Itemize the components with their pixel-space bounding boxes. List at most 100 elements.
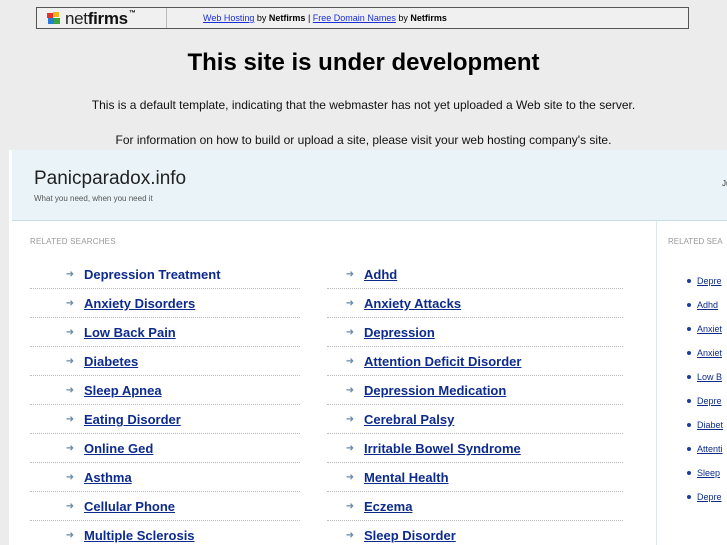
sidebar-search-link[interactable]: Anxiet [697,324,722,334]
by-text: by [398,13,408,23]
arrow-right-icon: ➜ [65,414,75,425]
list-item: ➜ Depression Treatment [30,261,300,289]
list-item: ➜ Depression Medication [327,377,623,405]
sidebar-search-link[interactable]: Sleep [697,468,720,478]
list-item: Sleep [687,461,723,485]
related-search-link[interactable]: Anxiety Disorders [84,296,195,311]
list-item: ➜ Multiple Sclerosis [30,522,300,545]
list-item: Anxiet [687,341,723,365]
netfirms-logo-icon [47,11,63,25]
list-item: ➜ Sleep Apnea [30,377,300,405]
related-search-link[interactable]: Cellular Phone [84,499,175,514]
free-domain-names-link[interactable]: Free Domain Names [313,13,396,23]
related-searches-sidebar: RELATED SEA Depre Adhd Anxiet Anxiet Low B De… [657,221,727,545]
related-search-link[interactable]: Depression Medication [364,383,506,398]
sidebar-search-link[interactable]: Depre [697,396,722,406]
arrow-right-icon: ➜ [65,501,75,512]
related-search-link[interactable]: Depression [364,325,435,340]
related-search-link[interactable]: Sleep Disorder [364,528,456,543]
related-searches-right-list: ➜ Adhd ➜ Anxiety Attacks ➜ Depression ➜ Attenti… [327,261,623,545]
bullet-icon [687,351,691,355]
site-tagline: What you need, when you need it [34,194,153,203]
sidebar-search-link[interactable]: Depre [697,276,722,286]
related-search-link[interactable]: Anxiety Attacks [364,296,461,311]
list-item: ➜ Depression [327,319,623,347]
arrow-right-icon: ➜ [65,269,75,280]
list-item: ➜ Sleep Disorder [327,522,623,545]
list-item: ➜ Online Ged [30,435,300,463]
arrow-right-icon: ➜ [345,356,355,367]
bullet-icon [687,303,691,307]
list-item: ➜ Mental Health [327,464,623,492]
arrow-right-icon: ➜ [65,356,75,367]
related-search-link[interactable]: Low Back Pain [84,325,176,340]
sidebar-search-link[interactable]: Depre [697,492,722,502]
by-text: by [256,13,267,23]
list-item: Depre [687,389,723,413]
bullet-icon [687,447,691,451]
sidebar-search-link[interactable]: Diabet [697,420,723,430]
netfirms-wordmark: netfirms™ [65,8,136,28]
related-search-link[interactable]: Asthma [84,470,132,485]
netfirms-logo[interactable]: netfirms™ [37,8,167,28]
bullet-icon [687,423,691,427]
list-item: ➜ Cellular Phone [30,493,300,521]
related-search-link[interactable]: Eating Disorder [84,412,181,427]
list-item: ➜ Eating Disorder [30,406,300,434]
web-hosting-link[interactable]: Web Hosting [203,13,254,23]
link-separator: | [307,13,311,23]
bullet-icon [687,495,691,499]
default-template-message: This is a default template, indicating t… [91,98,636,112]
sidebar-search-link[interactable]: Attenti [697,444,723,454]
site-header: Panicparadox.info What you need, when yo… [12,150,727,221]
related-searches-main: RELATED SEARCHES ➜ Depression Treatment ➜ A… [12,221,657,545]
sidebar-related-list: Depre Adhd Anxiet Anxiet Low B Depre Diabet Att… [687,269,723,509]
parked-page: Panicparadox.info What you need, when yo… [9,150,727,545]
related-search-link[interactable]: Irritable Bowel Syndrome [364,441,521,456]
list-item: Depre [687,269,723,293]
list-item: ➜ Diabetes [30,348,300,376]
arrow-right-icon: ➜ [65,327,75,338]
list-item: Adhd [687,293,723,317]
arrow-right-icon: ➜ [65,298,75,309]
arrow-right-icon: ➜ [65,530,75,541]
bullet-icon [687,327,691,331]
sidebar-search-link[interactable]: Anxiet [697,348,722,358]
related-searches-label: RELATED SEARCHES [30,237,116,246]
related-search-link[interactable]: Cerebral Palsy [364,412,454,427]
list-item: ➜ Cerebral Palsy [327,406,623,434]
netfirms-links: Web Hosting by Netfirms | Free Domain Na… [167,13,447,23]
netfirms-brand-text: Netfirms [268,13,306,23]
related-search-link[interactable]: Sleep Apnea [84,383,162,398]
netfirms-brand-text: Netfirms [410,13,447,23]
related-search-link[interactable]: Multiple Sclerosis [84,528,195,543]
arrow-right-icon: ➜ [345,443,355,454]
list-item: Low B [687,365,723,389]
related-search-link[interactable]: Diabetes [84,354,138,369]
list-item: ➜ Adhd [327,261,623,289]
related-search-link[interactable]: Eczema [364,499,412,514]
list-item: ➜ Attention Deficit Disorder [327,348,623,376]
related-search-link[interactable]: Online Ged [84,441,153,456]
related-search-link[interactable]: Adhd [364,267,397,282]
related-search-link[interactable]: Depression Treatment [84,267,221,282]
arrow-right-icon: ➜ [345,298,355,309]
arrow-right-icon: ➜ [345,501,355,512]
site-name[interactable]: Panicparadox.info [34,168,186,190]
list-item: ➜ Anxiety Attacks [327,290,623,318]
related-search-link[interactable]: Mental Health [364,470,449,485]
sidebar-search-link[interactable]: Adhd [697,300,718,310]
list-item: Anxiet [687,317,723,341]
sidebar-search-link[interactable]: Low B [697,372,722,382]
arrow-right-icon: ➜ [345,530,355,541]
list-item: ➜ Low Back Pain [30,319,300,347]
list-item: ➜ Irritable Bowel Syndrome [327,435,623,463]
related-search-link[interactable]: Attention Deficit Disorder [364,354,521,369]
netfirms-bar: netfirms™ Web Hosting by Netfirms | Free… [36,7,689,29]
list-item: ➜ Anxiety Disorders [30,290,300,318]
list-item: Attenti [687,437,723,461]
arrow-right-icon: ➜ [345,327,355,338]
page-title: This site is under development [187,49,540,76]
header-right-text: Ju [722,179,727,188]
list-item: ➜ Eczema [327,493,623,521]
